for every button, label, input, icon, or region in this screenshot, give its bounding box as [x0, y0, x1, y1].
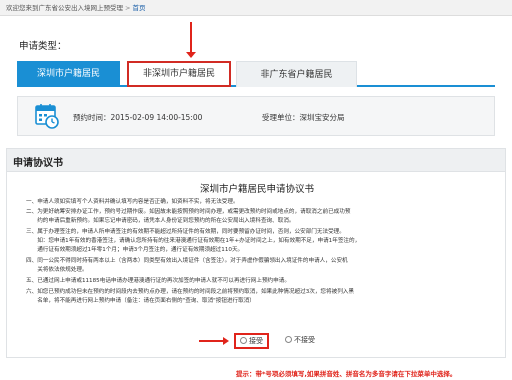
agreement-clause: 五、已通过网上申请或11185电话申请办理港澳通行证的再次加签的申请人就不可以再… — [26, 278, 290, 284]
agreement-section-title: 申请协议书 — [13, 158, 63, 169]
apply-type-label: 申请类型： — [19, 41, 67, 52]
agreement-clause: 如：您申请1年有效的香港签注，请确认您所持有的往来港澳通行证有效期在1年+办证时… — [26, 238, 361, 244]
appointment-time-value: 2015-02-09 14:00-15:00 — [110, 113, 203, 122]
reject-radio-circle[interactable] — [285, 336, 292, 343]
accept-radio-circle[interactable] — [240, 337, 247, 344]
agreement-clause: 关将依法依规处理。 — [26, 267, 88, 273]
appointment-time: 预约时间：2015-02-09 14:00-15:00 — [73, 112, 202, 123]
reject-radio-label: 不接受 — [294, 336, 315, 344]
appointment-unit-label: 受理单位： — [262, 113, 300, 122]
breadcrumb-separator: > — [125, 4, 131, 12]
accept-radio[interactable]: 接受 — [234, 333, 269, 349]
appointment-time-label: 预约时间： — [73, 113, 111, 122]
agreement-clause: 三、属于办理签注的，申请人所申请签注的有效期不能超过所持证件的有效期，同时要预留… — [26, 229, 345, 235]
appointment-info: 预约时间：2015-02-09 14:00-15:00 受理单位：深圳宝安分局 — [17, 96, 495, 136]
annotation-arrow-right-head — [223, 337, 229, 345]
breadcrumb-welcome: 欢迎您来到广东省公安出入境网上预受理 — [6, 4, 123, 12]
annotation-arrow-right — [199, 340, 225, 342]
agreement-clause: 约的申请后重新预约。如果忘记申请密码，请凭本人身份证到您预约的所在公安局出入境科… — [26, 218, 295, 224]
agreement-doc-title: 深圳市户籍居民申请协议书 — [199, 184, 314, 195]
agreement-clause: 四、同一公民不得同时持有两本以上（含两本）同类型有效出入境证件（含签注）。对于弄… — [26, 258, 348, 264]
calendar-clock-icon — [35, 104, 59, 129]
agreement-clause: 六、如您已预约成功但未在预约的时间段内去预约点办理，请在预约的时间段之前将预约取… — [26, 289, 354, 295]
annotation-arrow-down — [190, 22, 192, 56]
breadcrumb-home-link[interactable]: 首页 — [132, 4, 145, 12]
tab-non-guangdong-resident[interactable]: 非广东省户籍居民 — [236, 61, 357, 87]
apply-type-tabs: 深圳市户籍居民 非深圳市户籍居民 非广东省户籍居民 — [17, 61, 495, 87]
appointment-unit: 受理单位：深圳宝安分局 — [262, 112, 345, 123]
reject-radio[interactable]: 不接受 — [285, 335, 315, 345]
agreement-clause: 通行证有效期须超过1年零1个月；申请3个月签注的，通行证有效期须超过110天。 — [26, 247, 244, 253]
agreement-section-header: 申请协议书 — [6, 148, 506, 172]
agreement-clause: 一、申请人须如实填写个人资料并确认填写内容是否正确，如资料不实，将无法受理。 — [26, 199, 239, 205]
agreement-body: 深圳市户籍居民申请协议书 一、申请人须如实填写个人资料并确认填写内容是否正确，如… — [6, 172, 506, 358]
tab-shenzhen-resident[interactable]: 深圳市户籍居民 — [17, 61, 120, 87]
agreement-clause: 名单，将不能再进行网上预约申请（备注：请在页面右侧的"查询、取消"按钮进行取消） — [26, 298, 255, 304]
breadcrumb: 欢迎您来到广东省公安出入境网上预受理 > 首页 — [0, 0, 512, 16]
accept-radio-label: 接受 — [249, 337, 263, 345]
tab-non-shenzhen-resident[interactable]: 非深圳市户籍居民 — [127, 61, 231, 87]
footer-tip: 提示：带*号项必须填写,如果拼音姓、拼音名为多音字请在下拉菜单中选择。 — [236, 370, 457, 378]
appointment-unit-value: 深圳宝安分局 — [299, 113, 345, 122]
agreement-clause: 二、为更好统筹安排办证工作，预约号过期作废。如因故未能按照预约时间办理，或需更改… — [26, 209, 351, 215]
annotation-arrow-down-head — [186, 52, 196, 58]
